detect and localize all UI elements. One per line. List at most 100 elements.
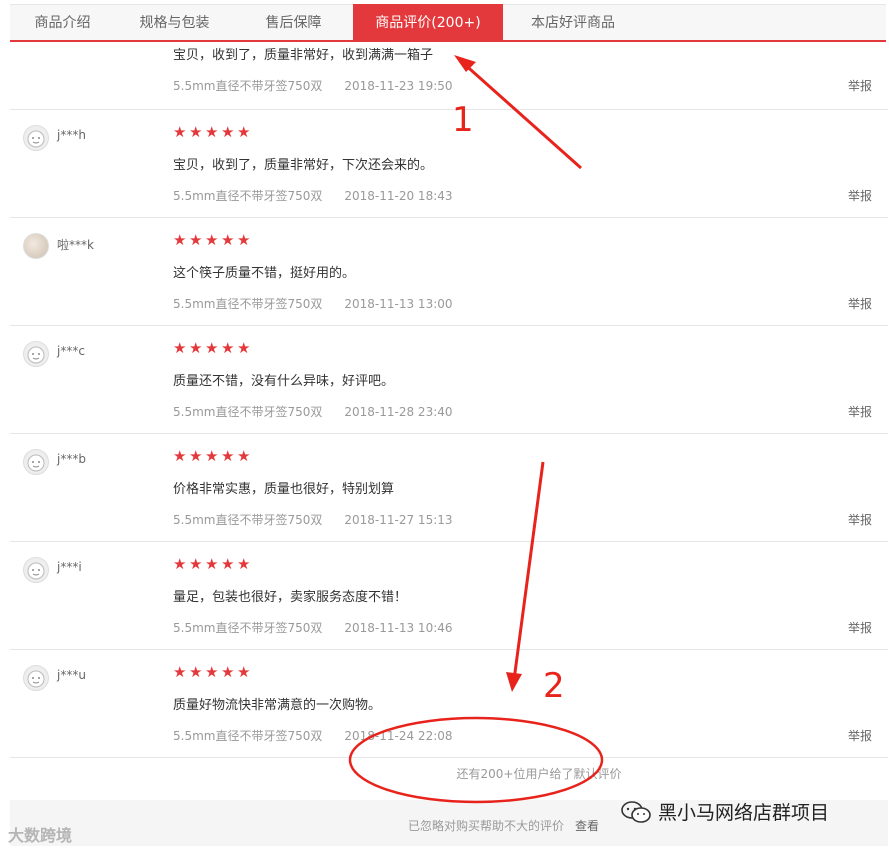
- default-reviews-text: 还有200+位用户给了默认评价: [456, 767, 622, 781]
- review-username: j***h: [57, 128, 86, 142]
- avatar[interactable]: [23, 449, 49, 475]
- ignored-reviews-text: 已忽略对购买帮助不大的评价: [408, 819, 565, 833]
- star-icon: ★: [205, 447, 219, 465]
- rating-stars: ★ ★ ★ ★ ★: [173, 663, 252, 681]
- tab-store-top-rated[interactable]: 本店好评商品: [503, 5, 643, 41]
- star-icon: ★: [205, 663, 219, 681]
- annotation-number-1: 1: [452, 100, 474, 140]
- review-content: 宝贝，收到了，质量非常好，下次还会来的。: [173, 158, 434, 173]
- tab-specs-packaging[interactable]: 规格与包装: [115, 5, 234, 41]
- star-icon: ★: [205, 555, 219, 573]
- review-date: 2018-11-23 19:50: [344, 79, 453, 93]
- review-spec: 5.5mm直径不带牙签750双: [173, 297, 323, 311]
- wechat-icon: [621, 800, 651, 823]
- review-username: j***b: [57, 452, 86, 466]
- review-item: j***u ★ ★ ★ ★ ★ 质量好物流快非常满意的一次购物。 5.5mm直径不带牙签…: [10, 650, 888, 758]
- report-link[interactable]: 举报: [848, 403, 872, 420]
- product-tabs: 商品介绍 规格与包装 售后保障 商品评价(200+) 本店好评商品: [10, 4, 886, 42]
- view-ignored-link[interactable]: 查看: [575, 817, 599, 834]
- star-icon: ★: [237, 663, 251, 681]
- review-date: 2018-11-20 18:43: [344, 189, 453, 203]
- review-meta: 5.5mm直径不带牙签750双 2018-11-13 13:00: [173, 295, 453, 312]
- star-icon: ★: [237, 123, 251, 141]
- avatar[interactable]: [23, 233, 49, 259]
- star-icon: ★: [205, 339, 219, 357]
- review-item: 啦***k ★ ★ ★ ★ ★ 这个筷子质量不错，挺好用的。 5.5mm直径不带牙签75…: [10, 218, 888, 326]
- star-icon: ★: [173, 123, 187, 141]
- report-link[interactable]: 举报: [848, 295, 872, 312]
- star-icon: ★: [221, 231, 235, 249]
- review-meta: 5.5mm直径不带牙签750双 2018-11-20 18:43: [173, 187, 453, 204]
- rating-stars: ★ ★ ★ ★ ★: [173, 339, 252, 357]
- review-item: 宝贝，收到了，质量非常好，收到满满一箱子 5.5mm直径不带牙签750双 2018…: [10, 42, 888, 110]
- review-content: 价格非常实惠，质量也很好，特别划算: [173, 482, 395, 497]
- review-meta: 5.5mm直径不带牙签750双 2018-11-28 23:40: [173, 403, 453, 420]
- star-icon: ★: [189, 231, 203, 249]
- default-reviews-note: 还有200+位用户给了默认评价: [10, 765, 888, 782]
- review-spec: 5.5mm直径不带牙签750双: [173, 621, 323, 635]
- tab-product-intro[interactable]: 商品介绍: [10, 5, 115, 41]
- star-icon: ★: [221, 447, 235, 465]
- report-link[interactable]: 举报: [848, 511, 872, 528]
- report-link[interactable]: 举报: [848, 77, 872, 94]
- avatar[interactable]: [23, 125, 49, 151]
- review-meta: 5.5mm直径不带牙签750双 2018-11-23 19:50: [173, 77, 453, 94]
- star-icon: ★: [221, 123, 235, 141]
- review-item: j***b ★ ★ ★ ★ ★ 价格非常实惠，质量也很好，特别划算 5.5mm直径不带牙…: [10, 434, 888, 542]
- review-date: 2018-11-27 15:13: [344, 513, 453, 527]
- star-icon: ★: [189, 663, 203, 681]
- review-username: j***u: [57, 668, 86, 682]
- review-spec: 5.5mm直径不带牙签750双: [173, 405, 323, 419]
- default-avatar-icon: [27, 670, 45, 688]
- star-icon: ★: [237, 339, 251, 357]
- review-item: j***i ★ ★ ★ ★ ★ 量足，包装也很好，卖家服务态度不错！ 5.5mm直径不带…: [10, 542, 888, 650]
- review-content: 量足，包装也很好，卖家服务态度不错！: [173, 590, 408, 605]
- watermark-right-text: 黑小马网络店群项目: [658, 802, 830, 824]
- star-icon: ★: [221, 663, 235, 681]
- watermark-left: 大数跨境: [8, 826, 73, 845]
- avatar[interactable]: [23, 557, 49, 583]
- star-icon: ★: [205, 123, 219, 141]
- star-icon: ★: [173, 339, 187, 357]
- default-avatar-icon: [27, 346, 45, 364]
- review-date: 2018-11-13 13:00: [344, 297, 453, 311]
- annotation-number-2: 2: [543, 666, 565, 706]
- star-icon: ★: [189, 339, 203, 357]
- star-icon: ★: [173, 231, 187, 249]
- avatar[interactable]: [23, 665, 49, 691]
- tab-after-sales[interactable]: 售后保障: [234, 5, 353, 41]
- review-item: j***c ★ ★ ★ ★ ★ 质量还不错，没有什么异味，好评吧。 5.5mm直径不带牙…: [10, 326, 888, 434]
- review-spec: 5.5mm直径不带牙签750双: [173, 79, 323, 93]
- star-icon: ★: [237, 555, 251, 573]
- rating-stars: ★ ★ ★ ★ ★: [173, 555, 252, 573]
- star-icon: ★: [189, 123, 203, 141]
- tab-reviews[interactable]: 商品评价(200+): [353, 4, 503, 42]
- review-meta: 5.5mm直径不带牙签750双 2018-11-13 10:46: [173, 619, 453, 636]
- review-spec: 5.5mm直径不带牙签750双: [173, 729, 323, 743]
- rating-stars: ★ ★ ★ ★ ★: [173, 231, 252, 249]
- rating-stars: ★ ★ ★ ★ ★: [173, 123, 252, 141]
- star-icon: ★: [189, 447, 203, 465]
- watermark-right: 黑小马网络店群项目: [620, 798, 829, 825]
- review-username: j***c: [57, 344, 85, 358]
- review-content: 质量好物流快非常满意的一次购物。: [173, 698, 382, 713]
- review-spec: 5.5mm直径不带牙签750双: [173, 513, 323, 527]
- star-icon: ★: [237, 447, 251, 465]
- star-icon: ★: [205, 231, 219, 249]
- report-link[interactable]: 举报: [848, 187, 872, 204]
- report-link[interactable]: 举报: [848, 619, 872, 636]
- review-username: 啦***k: [57, 238, 94, 252]
- review-spec: 5.5mm直径不带牙签750双: [173, 189, 323, 203]
- report-link[interactable]: 举报: [848, 727, 872, 744]
- default-avatar-icon: [27, 454, 45, 472]
- review-content: 宝贝，收到了，质量非常好，收到满满一箱子: [173, 48, 434, 63]
- review-date: 2018-11-28 23:40: [344, 405, 453, 419]
- star-icon: ★: [173, 663, 187, 681]
- star-icon: ★: [237, 231, 251, 249]
- star-icon: ★: [221, 555, 235, 573]
- star-icon: ★: [173, 447, 187, 465]
- review-content: 质量还不错，没有什么异味，好评吧。: [173, 374, 395, 389]
- review-username: j***i: [57, 560, 82, 574]
- avatar[interactable]: [23, 341, 49, 367]
- review-date: 2018-11-13 10:46: [344, 621, 453, 635]
